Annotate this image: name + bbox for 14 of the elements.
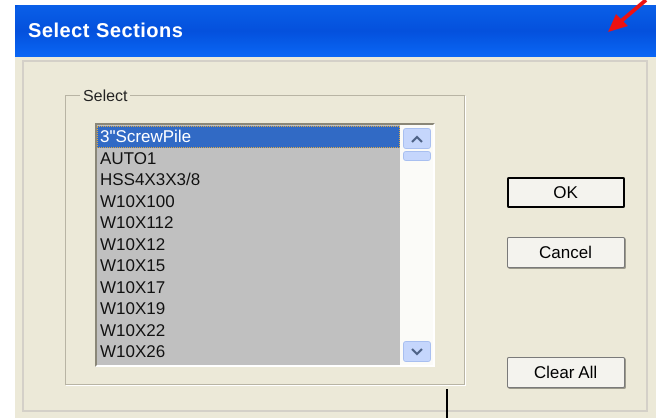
window-title: Select Sections: [28, 19, 184, 44]
scrollbar[interactable]: [400, 125, 433, 365]
cancel-button[interactable]: Cancel: [506, 237, 624, 268]
list-item[interactable]: 3"ScrewPile: [97, 126, 400, 148]
section-list[interactable]: 3"ScrewPile AUTO1 HSS4X3X3/8 W10X100 W10X112 W10X12 W10X15 W10X17 W10X19 W10X22 W10X26: [95, 123, 435, 367]
scroll-thumb[interactable]: [402, 151, 430, 161]
clear-all-button[interactable]: Clear All: [506, 357, 624, 388]
arrow-icon: [606, 0, 648, 34]
chevron-down-icon: [410, 348, 422, 356]
cursor-line: [446, 389, 448, 418]
scroll-down-button[interactable]: [402, 341, 430, 362]
scroll-up-button[interactable]: [402, 128, 430, 149]
chevron-up-icon: [410, 134, 422, 142]
ok-button[interactable]: OK: [506, 177, 624, 208]
